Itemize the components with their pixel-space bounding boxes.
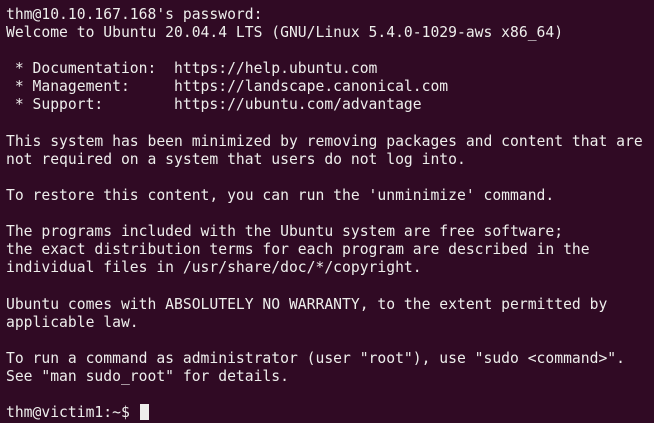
terminal-line: * Management: https://landscape.canonica… [6, 78, 449, 96]
terminal-line: Ubuntu comes with ABSOLUTELY NO WARRANTY… [6, 295, 608, 313]
terminal-line: This system has been minimized by removi… [6, 132, 643, 150]
terminal-line: To run a command as administrator (user … [6, 349, 625, 367]
terminal-window[interactable]: thm@10.10.167.168's password: Welcome to… [0, 0, 654, 423]
terminal-line: * Documentation: https://help.ubuntu.com [6, 60, 378, 78]
terminal-line: Welcome to Ubuntu 20.04.4 LTS (GNU/Linux… [6, 24, 564, 42]
terminal-line: The programs included with the Ubuntu sy… [6, 223, 564, 241]
terminal-line: the exact distribution terms for each pr… [6, 241, 590, 259]
terminal-line: See "man sudo_root" for details. [6, 367, 289, 385]
terminal-line: To restore this content, you can run the… [6, 186, 555, 204]
terminal-line: * Support: https://ubuntu.com/advantage [6, 96, 422, 114]
terminal-line: individual files in /usr/share/doc/*/cop… [6, 259, 422, 277]
terminal-line: not required on a system that users do n… [6, 150, 466, 168]
shell-prompt: thm@victim1:~$ [6, 404, 139, 422]
terminal-line: thm@10.10.167.168's password: [6, 6, 263, 23]
prompt-line[interactable]: thm@victim1:~$ [6, 404, 654, 422]
text-cursor [139, 404, 149, 421]
terminal-line: applicable law. [6, 313, 139, 331]
